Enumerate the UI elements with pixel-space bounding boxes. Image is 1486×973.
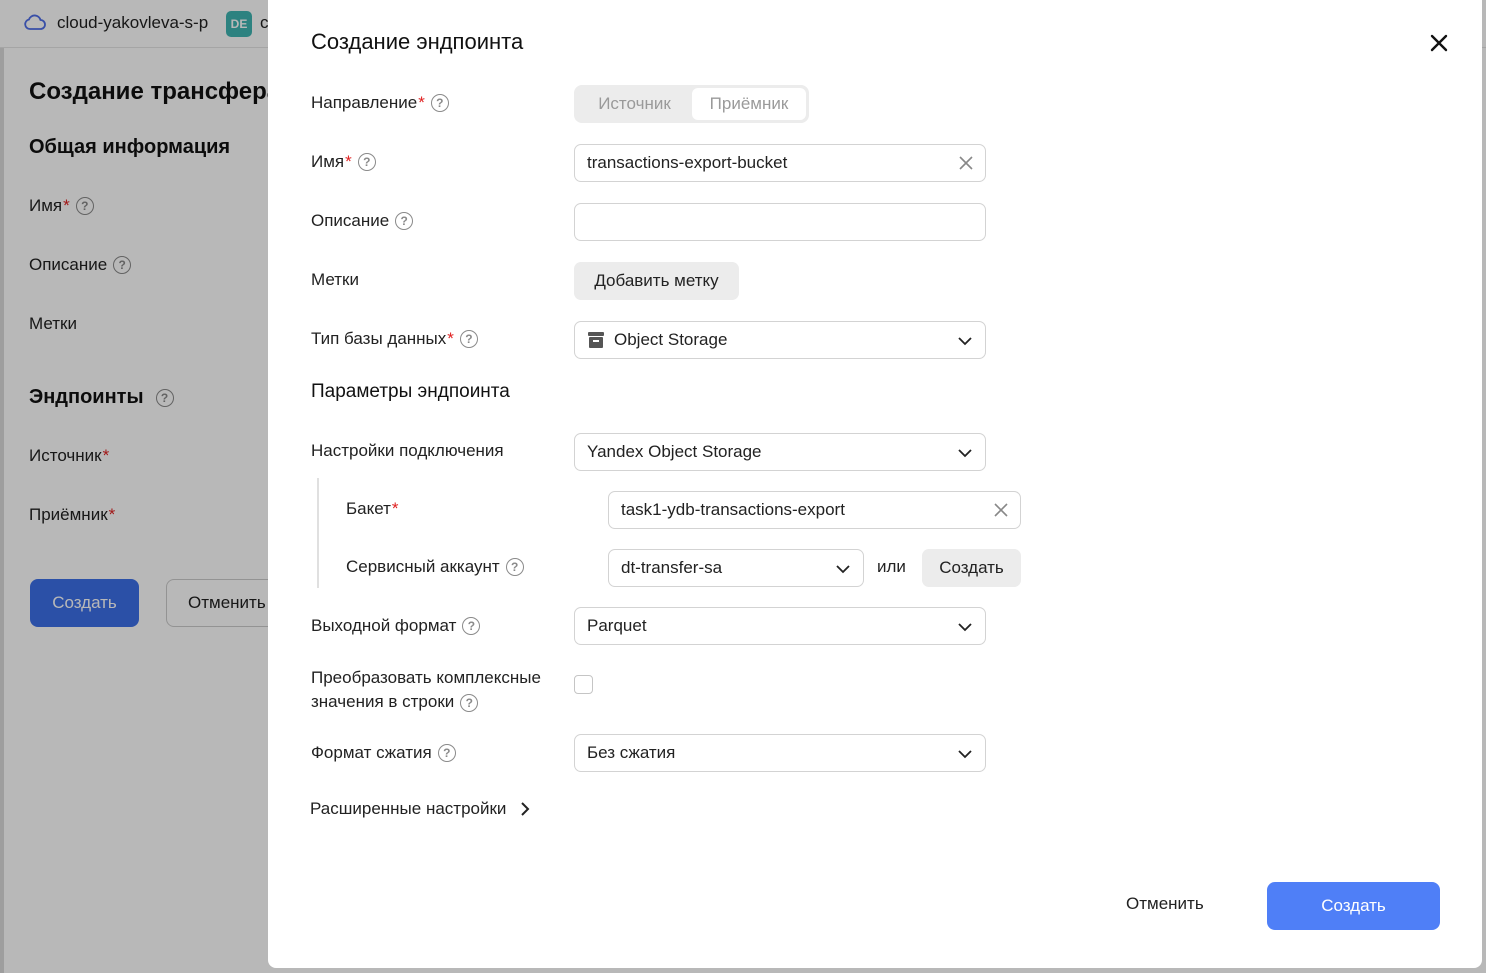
chevron-right-icon <box>521 802 530 816</box>
chevron-down-icon <box>958 623 972 632</box>
clear-icon[interactable] <box>957 154 975 172</box>
advanced-settings-toggle[interactable]: Расширенные настройки <box>310 799 530 819</box>
close-icon[interactable] <box>1426 30 1452 56</box>
description-input[interactable] <box>574 203 986 241</box>
output-format-select[interactable]: Parquet <box>574 607 986 645</box>
create-button[interactable]: Создать <box>1267 882 1440 930</box>
direction-option-target[interactable]: Приёмник <box>692 88 806 120</box>
help-icon[interactable]: ? <box>505 558 524 576</box>
help-icon[interactable]: ? <box>437 744 456 762</box>
output-format-label: Выходной формат? <box>311 616 481 636</box>
direction-switch: Источник Приёмник <box>574 85 809 123</box>
bucket-input[interactable]: task1-ydb-transactions-export <box>608 491 1021 529</box>
create-service-account-button[interactable]: Создать <box>922 549 1021 587</box>
compression-label: Формат сжатия? <box>311 743 456 763</box>
help-icon[interactable]: ? <box>430 94 449 112</box>
connection-select[interactable]: Yandex Object Storage <box>574 433 986 471</box>
compression-select[interactable]: Без сжатия <box>574 734 986 772</box>
help-icon[interactable]: ? <box>459 330 478 348</box>
convert-complex-label: Преобразовать комплексные значения в стр… <box>311 668 541 712</box>
nested-group-line <box>317 478 319 588</box>
add-label-button[interactable]: Добавить метку <box>574 262 739 300</box>
help-icon[interactable]: ? <box>460 694 479 712</box>
create-endpoint-modal: Создание эндпоинта Направление *? Источни… <box>268 0 1482 968</box>
help-icon[interactable]: ? <box>357 153 376 171</box>
storage-icon <box>588 332 604 348</box>
chevron-down-icon <box>958 449 972 458</box>
name-input[interactable]: transactions-export-bucket <box>574 144 986 182</box>
endpoint-params-title: Параметры эндпоинта <box>311 381 510 402</box>
connection-label: Настройки подключения <box>311 441 504 460</box>
service-account-select[interactable]: dt-transfer-sa <box>608 549 864 587</box>
description-label: Описание? <box>311 211 414 231</box>
modal-title: Создание эндпоинта <box>311 29 524 54</box>
bucket-label: Бакет * <box>346 499 399 518</box>
convert-complex-checkbox[interactable] <box>574 675 593 694</box>
help-icon[interactable]: ? <box>462 617 481 635</box>
chevron-down-icon <box>958 337 972 346</box>
chevron-down-icon <box>836 565 850 574</box>
db-type-select[interactable]: Object Storage <box>574 321 986 359</box>
chevron-down-icon <box>958 750 972 759</box>
clear-icon[interactable] <box>992 501 1010 519</box>
direction-label: Направление *? <box>311 93 449 113</box>
or-text: или <box>877 557 906 576</box>
direction-option-source[interactable]: Источник <box>577 88 692 120</box>
help-icon[interactable]: ? <box>395 212 414 230</box>
service-account-label: Сервисный аккаунт? <box>346 557 524 577</box>
name-label: Имя *? <box>311 152 376 172</box>
labels-label: Метки <box>311 270 359 289</box>
db-type-label: Тип базы данных *? <box>311 329 478 349</box>
cancel-button[interactable]: Отменить <box>1126 894 1204 914</box>
